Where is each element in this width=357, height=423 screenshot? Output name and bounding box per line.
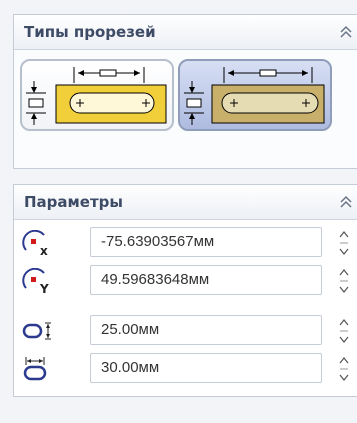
slot-width-field[interactable]: 25.00мм [90,315,322,345]
center-y-row: Y 49.59683648мм [14,262,357,298]
straight-slot-button[interactable] [20,59,174,131]
centerpoint-slot-button[interactable] [178,59,332,131]
centerpoint-slot-icon [184,67,325,125]
slot-types-header[interactable]: Типы прорезей [14,15,357,50]
slot-length-icon [23,357,47,381]
collapse-icon[interactable] [340,25,352,39]
collapse-icon[interactable] [340,195,352,209]
center-y-icon: Y [22,268,49,294]
straight-slot-icon [26,67,167,125]
center-x-value: -75.63903567мм [101,233,215,250]
slot-width-icon [22,322,51,340]
spinner-icon[interactable] [337,228,351,258]
center-x-field[interactable]: -75.63903567мм [90,227,322,257]
svg-text:Y: Y [39,282,49,294]
parameters-title: Параметры [24,193,123,211]
slot-width-row: 25.00мм [14,312,357,348]
slot-length-field[interactable]: 30.00мм [90,353,322,383]
center-y-value: 49.59683648мм [101,271,210,288]
spinner-icon[interactable] [337,266,351,296]
center-x-icon: x [22,230,48,256]
center-y-field[interactable]: 49.59683648мм [90,265,322,295]
slot-length-value: 30.00мм [101,359,160,376]
slot-types-panel: Типы прорезей [13,14,357,169]
slot-length-row: 30.00мм [14,350,357,386]
slot-types-title: Типы прорезей [24,23,156,41]
parameters-body: x -75.63903567мм Y 49.59683648мм 25.00мм… [14,220,357,396]
parameters-header[interactable]: Параметры [14,185,357,220]
svg-text:x: x [40,244,48,256]
spinner-icon[interactable] [337,316,351,346]
center-x-row: x -75.63903567мм [14,224,357,260]
slot-width-value: 25.00мм [101,321,160,338]
slot-types-body [14,50,357,168]
spinner-icon[interactable] [337,354,351,384]
parameters-panel: Параметры x -75.63903567мм Y 49.59683648… [13,184,357,397]
